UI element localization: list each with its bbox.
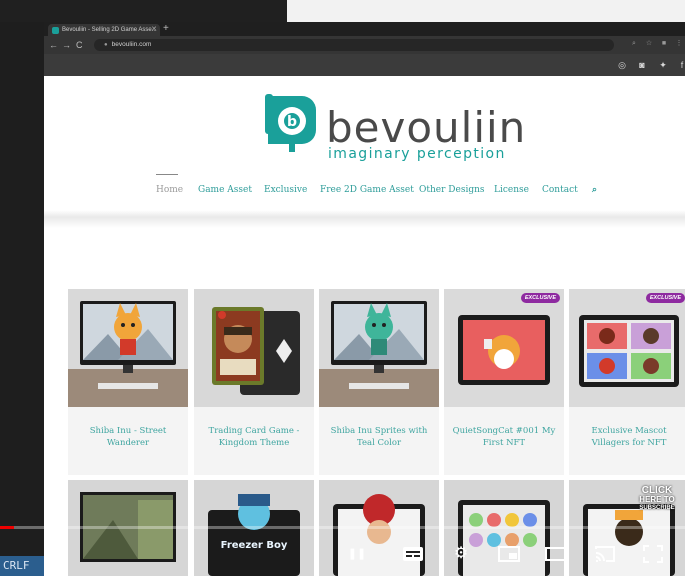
product-title[interactable]: Trading Card Game - Kingdom Theme [200,425,308,449]
reload-button[interactable]: C [76,39,83,51]
product-thumbnail[interactable] [68,289,188,407]
zoom-icon[interactable]: ⌕ [630,40,638,48]
pause-icon[interactable]: ❚❚ [344,541,370,567]
nav-active-indicator [156,174,178,175]
product-thumbnail[interactable] [319,289,439,407]
browser-toolbar: ← → C ● bevouliin.com ⌕ ☆ ■ ⋮ [44,36,685,54]
svg-text:b: b [287,114,297,130]
editor-background [0,0,44,576]
social-bar: ◎ ◙ ✦ f [44,54,685,76]
facebook-icon[interactable]: f [676,59,685,71]
lock-icon: ● [104,42,108,48]
menu-icon[interactable]: ⋮ [675,40,683,48]
tab-bevouliin[interactable]: Bevouliin - Selling 2D Game Asse... ✕ [48,24,160,36]
subscribe-line3: SUBSCRIBE [639,505,675,511]
favicon-icon [52,27,59,34]
logo-icon[interactable]: b [262,92,318,154]
product-card[interactable]: Trading Card Game - Kingdom Theme [194,289,314,475]
eol-status[interactable]: CRLF [0,556,44,576]
product-title[interactable]: QuietSongCat #001 My First NFT [450,425,558,449]
new-tab-button[interactable]: + [163,23,169,35]
url-text: bevouliin.com [111,41,152,48]
address-bar[interactable]: ● bevouliin.com [94,39,614,51]
theater-mode-icon[interactable] [544,541,570,567]
dribbble-icon[interactable]: ◎ [616,59,628,71]
nav-other-designs[interactable]: Other Designs [419,185,485,195]
product-card[interactable]: EXCLUSIVE QuietSongCat #001 My First NFT [444,289,564,475]
close-icon[interactable]: ✕ [151,24,157,36]
nav-license[interactable]: License [494,185,529,195]
product-title[interactable]: Shiba Inu - Street Wanderer [74,425,182,449]
exclusive-badge: EXCLUSIVE [645,293,685,303]
editor-top-strip [0,0,287,22]
exclusive-badge: EXCLUSIVE [520,293,560,303]
video-progress-played [0,526,14,529]
product-card[interactable]: EXCLUSIVE Exclusive Mascot Villagers for… [569,289,685,475]
art-logo-text: Freezer Boy [220,540,288,551]
nav-exclusive[interactable]: Exclusive [264,185,307,195]
brand-tagline: imaginary perception [328,146,506,162]
nav-contact[interactable]: Contact [542,185,578,195]
captions-icon[interactable] [400,541,426,567]
product-title[interactable]: Shiba Inu Sprites with Teal Color [325,425,433,449]
header-divider [44,210,685,228]
subscribe-line2: HERE TO [639,495,675,504]
product-thumbnail[interactable] [444,289,564,407]
product-card[interactable]: Shiba Inu Sprites with Teal Color [319,289,439,475]
gear-icon[interactable]: ⚙ [448,541,474,567]
bookmark-icon[interactable]: ☆ [645,40,653,48]
subscribe-watermark[interactable]: CLICK HERE TO SUBSCRIBE [634,486,680,512]
product-thumbnail[interactable] [569,289,685,407]
product-card[interactable]: Shiba Inu - Street Wanderer [68,289,188,475]
product-thumbnail[interactable] [194,289,314,407]
fullscreen-icon[interactable] [640,541,666,567]
nav-home[interactable]: Home [156,185,183,195]
tab-bar: Bevouliin - Selling 2D Game Asse... ✕ + [44,22,685,36]
search-icon[interactable]: ⌕ [592,185,597,195]
white-panel-strip [287,0,685,22]
twitter-icon[interactable]: ✦ [657,59,669,71]
nav-game-asset[interactable]: Game Asset [198,185,252,195]
back-button[interactable]: ← [49,39,58,51]
instagram-icon[interactable]: ◙ [636,59,648,71]
browser-window: Bevouliin - Selling 2D Game Asse... ✕ + … [44,22,685,576]
miniplayer-icon[interactable] [496,541,522,567]
cast-icon[interactable] [592,541,618,567]
forward-button[interactable]: → [62,39,71,51]
video-progress-bar[interactable] [0,526,685,529]
tab-title: Bevouliin - Selling 2D Game Asse... [62,27,157,33]
nav-free-game-asset[interactable]: Free 2D Game Asset [320,185,414,195]
brand-name[interactable]: bevouliin [326,106,526,150]
extension-icon[interactable]: ■ [660,40,668,48]
product-title[interactable]: Exclusive Mascot Villagers for NFT [575,425,683,449]
